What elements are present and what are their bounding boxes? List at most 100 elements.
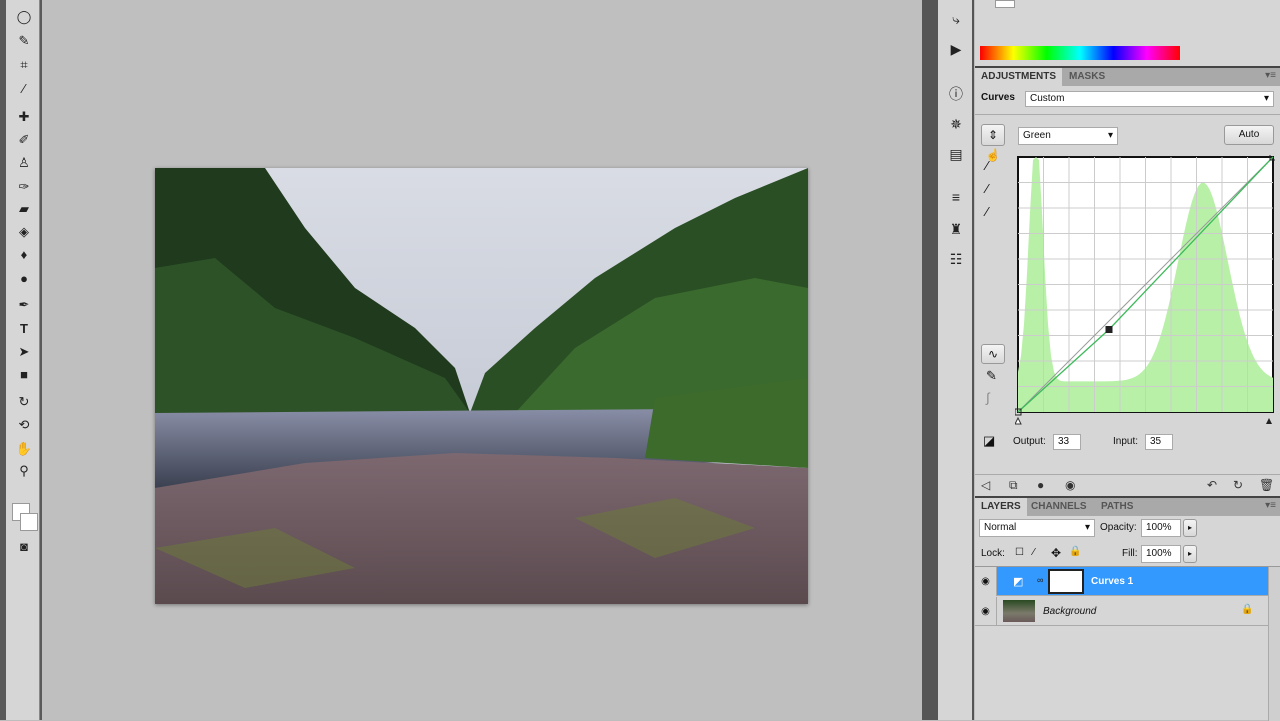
eye-icon[interactable]: ◉ [975,597,997,626]
curve-edit-points-icon[interactable]: ∿ [981,344,1005,364]
quick-selection-tool-icon[interactable]: ✎ [15,32,33,50]
eyedropper-tool-icon[interactable]: ⁄ [15,80,33,98]
pencil-draw-icon[interactable]: ✎ [986,368,997,384]
output-field[interactable]: 33 [1053,434,1081,450]
previous-state-icon[interactable]: ↶ [1207,478,1217,492]
black-point-eyedropper-icon[interactable]: ⁄ [986,158,988,173]
curve-point [1105,326,1113,333]
3d-rotate-tool-icon[interactable]: ↻ [15,393,33,411]
navigator-panel-icon[interactable]: ✵ [947,115,965,133]
white-point-slider [1266,418,1272,424]
healing-tool-icon[interactable]: ✚ [15,108,33,126]
actions-panel-icon[interactable]: ▶ [947,40,965,58]
pen-tool-icon[interactable]: ✒ [15,296,33,314]
history-brush-tool-icon[interactable]: ✑ [15,178,33,196]
tool-presets-icon[interactable]: ☷ [947,250,965,268]
tab-adjustments[interactable]: ADJUSTMENTS [975,68,1063,86]
eye-icon[interactable]: ◉ [975,567,997,596]
panel-dock: ⤷ ▶ ⓘ ✵ ▤ ≡ ♜ ☷ [938,0,974,720]
panel-menu-icon[interactable]: ▾≡ [1265,70,1276,81]
histogram-panel-icon[interactable]: ▤ [947,145,965,163]
targeted-adjustment-tool-icon[interactable]: ⇕☝ [981,124,1005,162]
lock-label: Lock: [981,548,1005,559]
quick-mask-icon[interactable]: ◙ [15,538,33,556]
clone-stamp-tool-icon[interactable]: ♙ [15,154,33,172]
paint-bucket-tool-icon[interactable]: ◈ [15,223,33,241]
panel-divider[interactable] [922,0,938,720]
eye-icon[interactable]: ◉ [1065,478,1075,492]
layer-name[interactable]: Curves 1 [1091,576,1133,587]
divider [975,114,1280,115]
dodge-tool-icon[interactable]: ● [15,270,33,288]
blend-mode-dropdown[interactable]: Normal ▾ [979,519,1095,537]
blend-mode-value: Normal [984,522,1017,533]
fill-field[interactable]: 100% [1141,545,1181,563]
layer-row-background[interactable]: ◉ Background 🔒 [975,597,1268,626]
layer-row-curves-1[interactable]: ◉ ◩ ∞ Curves 1 [975,567,1268,596]
3d-orbit-tool-icon[interactable]: ⟲ [15,416,33,434]
color-swatch[interactable] [995,0,1015,8]
tab-paths[interactable]: PATHS [1095,498,1139,516]
link-icon[interactable]: ∞ [1037,575,1043,585]
clip-to-layer-icon[interactable]: ⧉ [1009,478,1018,493]
zoom-tool-icon[interactable]: ⚲ [15,462,33,480]
lock-transparency-icon[interactable]: ☐ [1015,547,1024,558]
crop-tool-icon[interactable]: ⌗ [15,56,33,74]
layer-thumbnail [1003,600,1035,622]
chevron-down-icon: ▾ [1107,130,1113,141]
hand-tool-icon[interactable]: ✋ [15,440,33,458]
adjustments-footer: ◁ ⧉ ● ◉ ↶ ↻ 🗑 [975,474,1280,494]
preset-dropdown[interactable]: Custom ▾ [1025,91,1274,107]
tab-channels[interactable]: CHANNELS [1025,498,1093,516]
trash-icon[interactable]: 🗑 [1259,478,1274,492]
tools-panel: ◯ ✎ ⌗ ⁄ ✚ ✐ ♙ ✑ ▰ ◈ ♦ ● ✒ T ➤ ■ ↻ ⟲ ✋ ⚲ … [0,0,42,720]
layers-scrollbar[interactable] [1268,567,1280,721]
gray-point-eyedropper-icon[interactable]: ⁄ [986,181,988,196]
document-image[interactable] [155,168,808,604]
brush-tool-icon[interactable]: ✐ [15,131,33,149]
opacity-field[interactable]: 100% [1141,519,1181,537]
landscape-photo [155,168,808,604]
type-tool-icon[interactable]: T [15,320,33,338]
tab-masks[interactable]: MASKS [1063,68,1111,86]
auto-button[interactable]: Auto [1224,125,1274,145]
clipping-warning-icon[interactable]: ◪ [983,433,995,449]
black-point-slider [1015,416,1022,425]
visibility-toggle-icon[interactable]: ● [1037,478,1044,492]
lock-position-icon[interactable]: ✥ [1051,546,1061,560]
smooth-curve-icon[interactable]: ∫ [986,390,990,405]
eraser-tool-icon[interactable]: ▰ [15,200,33,218]
clone-source-icon[interactable]: ♜ [947,220,965,238]
lock-all-icon[interactable]: 🔒 [1069,546,1081,557]
input-field[interactable]: 35 [1145,434,1173,450]
layer-mask-thumbnail[interactable] [1048,569,1084,594]
channel-dropdown[interactable]: Green ▾ [1018,127,1118,145]
white-point-eyedropper-icon[interactable]: ⁄ [986,204,988,219]
layers-tabs: LAYERS CHANNELS PATHS ▾≡ [975,496,1280,516]
panel-menu-icon[interactable]: ▾≡ [1265,500,1276,511]
chevron-down-icon: ▾ [1263,93,1269,104]
back-arrow-icon[interactable]: ◁ [981,478,990,492]
blur-tool-icon[interactable]: ♦ [15,246,33,264]
brush-presets-icon[interactable]: ≡ [947,188,965,206]
color-spectrum-bar[interactable] [980,46,1180,60]
info-panel-icon[interactable]: ⓘ [947,85,965,103]
chevron-down-icon: ▾ [1084,522,1090,533]
fill-label: Fill: [1122,548,1138,559]
layer-name[interactable]: Background [1043,606,1096,617]
input-label: Input: [1113,436,1139,447]
opacity-slider-button[interactable]: ▸ [1183,519,1197,537]
output-label: Output: [1013,436,1046,447]
panels-column: ADJUSTMENTS MASKS ▾≡ Curves Custom ▾ ⇕☝ G… [975,0,1280,721]
reset-icon[interactable]: ↻ [1233,478,1243,492]
history-panel-icon[interactable]: ⤷ [947,10,965,28]
lock-image-icon[interactable]: ⁄ [1033,547,1035,558]
fill-slider-button[interactable]: ▸ [1183,545,1197,563]
background-color-swatch[interactable] [20,513,38,531]
lasso-tool-icon[interactable]: ◯ [15,8,33,26]
path-selection-tool-icon[interactable]: ➤ [15,343,33,361]
adjustment-type-label: Curves [981,92,1015,103]
tab-layers[interactable]: LAYERS [975,498,1027,516]
curves-graph[interactable] [1015,155,1275,427]
rectangle-tool-icon[interactable]: ■ [15,366,33,384]
